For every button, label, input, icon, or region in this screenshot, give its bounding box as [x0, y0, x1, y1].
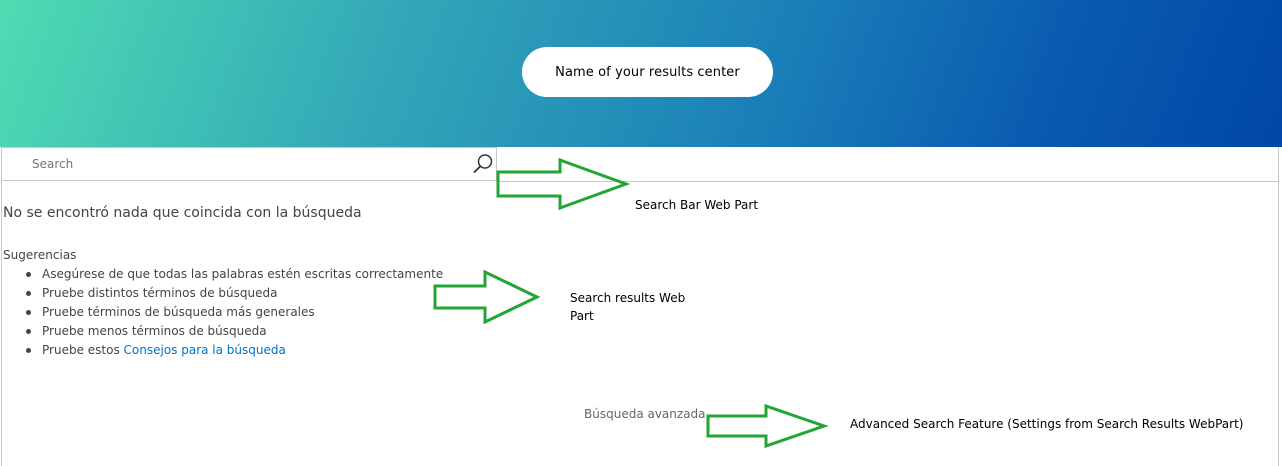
right-arrow-icon — [433, 270, 541, 324]
suggestion-item: Pruebe menos términos de búsqueda — [25, 323, 443, 342]
results-center-title: Name of your results center — [522, 47, 773, 97]
advanced-search-link[interactable]: Búsqueda avanzada — [584, 407, 706, 421]
suggestion-item: Asegúrese de que todas las palabras esté… — [25, 266, 443, 285]
annotation-search-results: Search results Web Part — [570, 289, 685, 325]
annotation-search-results-line2: Part — [570, 309, 594, 323]
suggestion-item: Pruebe distintos términos de búsqueda — [25, 285, 443, 304]
right-arrow-icon — [706, 404, 828, 448]
right-arrow-icon — [496, 158, 630, 211]
suggestion-tips-prefix: Pruebe estos — [42, 343, 120, 357]
suggestions-title: Sugerencias — [3, 248, 77, 262]
no-results-message: No se encontró nada que coincida con la … — [3, 205, 362, 221]
results-center-banner: Name of your results center — [0, 0, 1282, 147]
suggestion-item-tips: Pruebe estos Consejos para la búsqueda — [25, 342, 443, 361]
suggestions-list: Asegúrese de que todas las palabras esté… — [25, 266, 443, 361]
annotation-search-bar: Search Bar Web Part — [635, 198, 759, 212]
search-input[interactable] — [32, 155, 452, 173]
annotation-advanced-search: Advanced Search Feature (Settings from S… — [850, 417, 1244, 431]
search-tips-link[interactable]: Consejos para la búsqueda — [124, 343, 286, 357]
search-icon[interactable] — [472, 153, 494, 175]
annotation-search-results-line1: Search results Web — [570, 291, 686, 305]
search-bar — [1, 147, 497, 181]
suggestion-item: Pruebe términos de búsqueda más generale… — [25, 304, 443, 323]
results-center-title-text: Name of your results center — [555, 64, 740, 80]
